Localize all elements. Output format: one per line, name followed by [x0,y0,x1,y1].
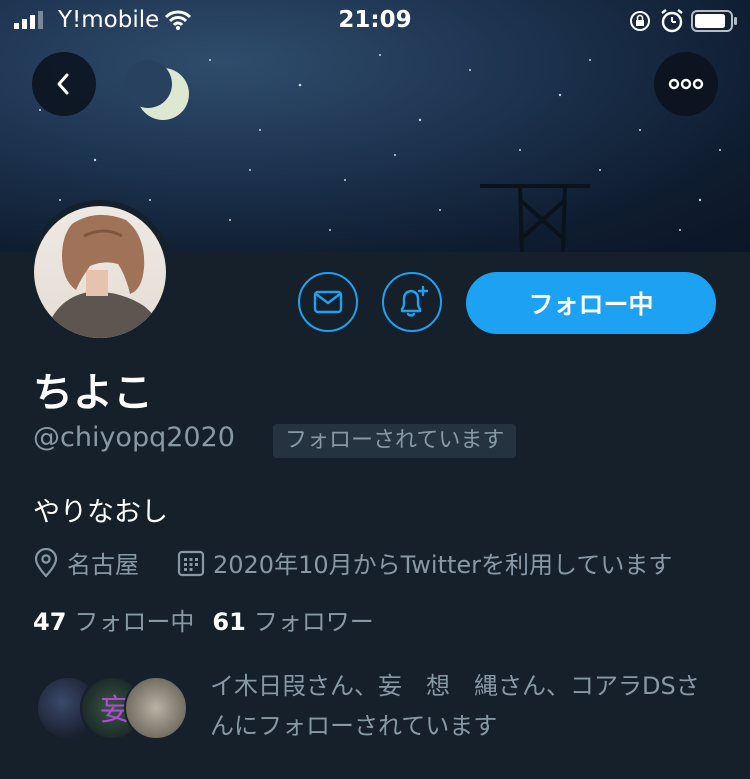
profile-bio: やりなおし [33,497,168,528]
more-dots-icon [668,78,704,90]
avatar [124,676,188,740]
chevron-left-icon [57,73,69,95]
notifications-button[interactable] [382,272,442,332]
join-date-text: 2020年10月からTwitterを利用しています [213,551,673,579]
avatar-photo [34,206,166,338]
location-text: 名古屋 [67,551,139,579]
followers-label: フォロワー [253,608,374,636]
followers-link[interactable]: 61 フォロワー [212,608,373,636]
mail-icon [313,290,343,314]
follow-counts: 47 フォロー中 61 フォロワー [33,602,374,637]
tower-silhouette [480,184,590,252]
mutual-followers-text[interactable]: イ木日叚さん、妄 想 縄さん、コアラDSさんにフォローされています [210,666,720,746]
following-link[interactable]: 47 フォロー中 [33,608,194,636]
display-name: ちよこ [33,370,153,416]
location: 名古屋 [33,545,139,580]
location-pin-icon [34,547,58,578]
followers-count: 61 [212,608,246,636]
following-label: フォロー中 [74,608,195,636]
alarm-icon [661,9,683,33]
mutual-followers-avatars[interactable]: 妄 [36,676,196,740]
battery-icon [691,10,737,32]
following-count: 47 [33,608,67,636]
status-bar: Y!mobile 21:09 [0,0,750,42]
rotation-lock-icon [630,11,650,31]
moon-icon [124,60,189,120]
more-button[interactable] [654,52,718,116]
join-date: 2020年10月からTwitterを利用しています [177,545,672,580]
following-button[interactable]: フォロー中 [466,272,716,334]
profile-avatar[interactable] [28,200,172,344]
back-button[interactable] [32,52,96,116]
bell-plus-icon [400,285,429,317]
message-button[interactable] [298,272,358,332]
user-handle: @chiyopq2020 [33,422,235,453]
follows-you-badge: フォローされています [273,424,517,458]
calendar-icon [177,550,205,576]
